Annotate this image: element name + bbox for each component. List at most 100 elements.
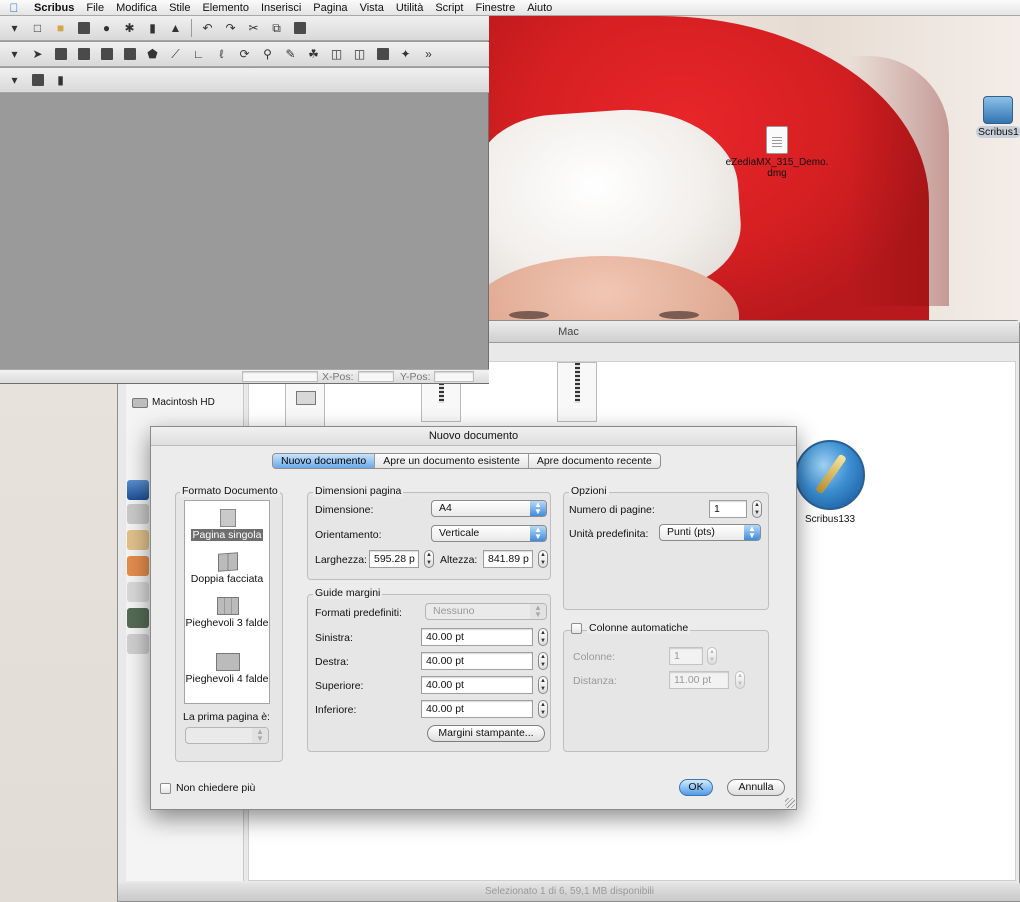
app-icon-1[interactable] (127, 480, 149, 500)
unlink-frames-icon[interactable]: ◫ (349, 44, 370, 64)
line-icon[interactable]: ⟋ (165, 44, 186, 64)
text-frame-icon[interactable] (50, 44, 71, 64)
menu-utilita[interactable]: Utilità (390, 2, 430, 14)
edit-contents-icon[interactable]: ✎ (280, 44, 301, 64)
polygon-icon[interactable]: ⬟ (142, 44, 163, 64)
apple-menu-icon[interactable]:  (0, 1, 28, 15)
format-3-fold[interactable]: Pieghevoli 3 falde (185, 595, 269, 629)
first-page-select[interactable]: ▲ ▼ (185, 727, 269, 744)
margin-top-stepper[interactable]: ▲ ▼ (538, 676, 548, 694)
link-frames-icon[interactable]: ◫ (326, 44, 347, 64)
new-document-icon[interactable]: □ (27, 18, 48, 38)
page-count-field[interactable]: 1 (709, 500, 747, 518)
margin-right-field[interactable]: 40.00 pt (421, 652, 533, 670)
format-single-page[interactable]: Pagina singola (185, 507, 269, 541)
cancel-button[interactable]: Annulla (727, 779, 785, 796)
eyedropper-icon[interactable]: ✦ (395, 44, 416, 64)
columns-stepper[interactable]: ▲ ▼ (707, 647, 717, 665)
paste-icon[interactable] (289, 18, 310, 38)
height-stepper[interactable]: ▲ ▼ (538, 550, 548, 568)
menu-modifica[interactable]: Modifica (110, 2, 163, 14)
width-stepper[interactable]: ▲ ▼ (424, 550, 434, 568)
size-select[interactable]: A4 ▲ ▼ (431, 500, 547, 517)
print-icon[interactable]: ✱ (119, 18, 140, 38)
menu-inserisci[interactable]: Inserisci (255, 2, 307, 14)
table-icon[interactable] (119, 44, 140, 64)
toolbar-dropdown-icon[interactable]: ▾ (4, 18, 25, 38)
menu-aiuto[interactable]: Aiuto (521, 2, 558, 14)
pdf-button-icon[interactable] (27, 70, 48, 90)
applications-icon[interactable] (127, 556, 149, 576)
edit-text-icon[interactable]: ☘ (303, 44, 324, 64)
margin-bottom-stepper[interactable]: ▲ ▼ (538, 700, 548, 718)
format-4-fold[interactable]: Pieghevoli 4 falde (185, 651, 269, 685)
copy-icon[interactable]: ⧉ (266, 18, 287, 38)
height-field[interactable]: 841.89 p (483, 550, 533, 568)
sidebar-item-macintosh-hd[interactable]: Macintosh HD (132, 397, 215, 408)
bezier-icon[interactable]: ∟ (188, 44, 209, 64)
toolbar-dropdown-icon[interactable]: ▾ (4, 44, 25, 64)
printer-margins-button[interactable]: Margini stampante... (427, 725, 545, 742)
size-label: Dimensione: (315, 504, 374, 516)
menu-file[interactable]: File (80, 2, 110, 14)
home-icon[interactable] (127, 530, 149, 550)
open-folder-icon[interactable]: ■ (50, 18, 71, 38)
menu-app-scribus[interactable]: Scribus (28, 2, 80, 14)
scribus133-app-icon[interactable]: Scribus133 (790, 440, 870, 525)
pdf-annotation-icon[interactable]: ▮ (50, 70, 71, 90)
gap-field[interactable]: 11.00 pt (669, 671, 729, 689)
pdf-export-icon[interactable]: ▲ (165, 18, 186, 38)
menu-elemento[interactable]: Elemento (196, 2, 254, 14)
music-icon[interactable] (127, 634, 149, 654)
margin-top-field[interactable]: 40.00 pt (421, 676, 533, 694)
tab-open-existing[interactable]: Apre un documento esistente (375, 454, 529, 468)
cut-icon[interactable]: ✂ (243, 18, 264, 38)
ok-button[interactable]: OK (679, 779, 713, 796)
movies-icon[interactable] (127, 608, 149, 628)
desktop-scribus-volume[interactable]: Scribus1 (976, 96, 1020, 138)
undo-icon[interactable]: ↶ (197, 18, 218, 38)
preflight-icon[interactable]: ▮ (142, 18, 163, 38)
toolbar-more-icon[interactable]: » (418, 44, 439, 64)
desktop-file-ezedia[interactable]: eZediaMX_315_Demo. dmg (722, 126, 832, 179)
image-frame-icon[interactable] (73, 44, 94, 64)
close-icon[interactable]: ● (96, 18, 117, 38)
gap-stepper[interactable]: ▲ ▼ (735, 671, 745, 689)
menu-finestre[interactable]: Finestre (469, 2, 521, 14)
measure-icon[interactable] (372, 44, 393, 64)
menu-script[interactable]: Script (429, 2, 469, 14)
orientation-select[interactable]: Verticale ▲ ▼ (431, 525, 547, 542)
columns-field[interactable]: 1 (669, 647, 703, 665)
tab-open-recent[interactable]: Apre documento recente (529, 454, 660, 468)
app-icon-2[interactable] (127, 504, 149, 524)
menu-stile[interactable]: Stile (163, 2, 196, 14)
scribus133-label: Scribus133 (804, 514, 856, 525)
width-field[interactable]: 595.28 p (369, 550, 419, 568)
toolbar-dropdown-icon[interactable]: ▾ (4, 70, 25, 90)
margin-right-stepper[interactable]: ▲ ▼ (538, 652, 548, 670)
menu-pagina[interactable]: Pagina (307, 2, 353, 14)
finder-file-item[interactable] (285, 378, 325, 428)
save-icon[interactable] (73, 18, 94, 38)
resize-grip-icon[interactable] (785, 798, 795, 808)
select-arrow-icon[interactable]: ➤ (27, 44, 48, 64)
preset-layouts-select[interactable]: Nessuno ▲ ▼ (425, 603, 547, 620)
freehand-icon[interactable]: ℓ (211, 44, 232, 64)
menu-vista[interactable]: Vista (354, 2, 390, 14)
tab-new-document[interactable]: Nuovo documento (273, 454, 376, 468)
rotate-icon[interactable]: ⟳ (234, 44, 255, 64)
auto-columns-checkbox[interactable] (571, 623, 582, 634)
default-unit-select[interactable]: Punti (pts) ▲ ▼ (659, 524, 761, 541)
render-frame-icon[interactable] (96, 44, 117, 64)
margin-left-stepper[interactable]: ▲ ▼ (538, 628, 548, 646)
finder-zip-item[interactable] (557, 362, 597, 422)
redo-icon[interactable]: ↷ (220, 18, 241, 38)
zoom-icon[interactable]: ⚲ (257, 44, 278, 64)
margin-left-field[interactable]: 40.00 pt (421, 628, 533, 646)
page-count-stepper[interactable]: ▲ ▼ (752, 500, 762, 518)
documents-icon[interactable] (127, 582, 149, 602)
margin-bottom-field[interactable]: 40.00 pt (421, 700, 533, 718)
four-fold-icon (216, 651, 240, 671)
format-double-sided[interactable]: Doppia facciata (185, 551, 269, 585)
dont-ask-checkbox[interactable] (160, 783, 171, 794)
